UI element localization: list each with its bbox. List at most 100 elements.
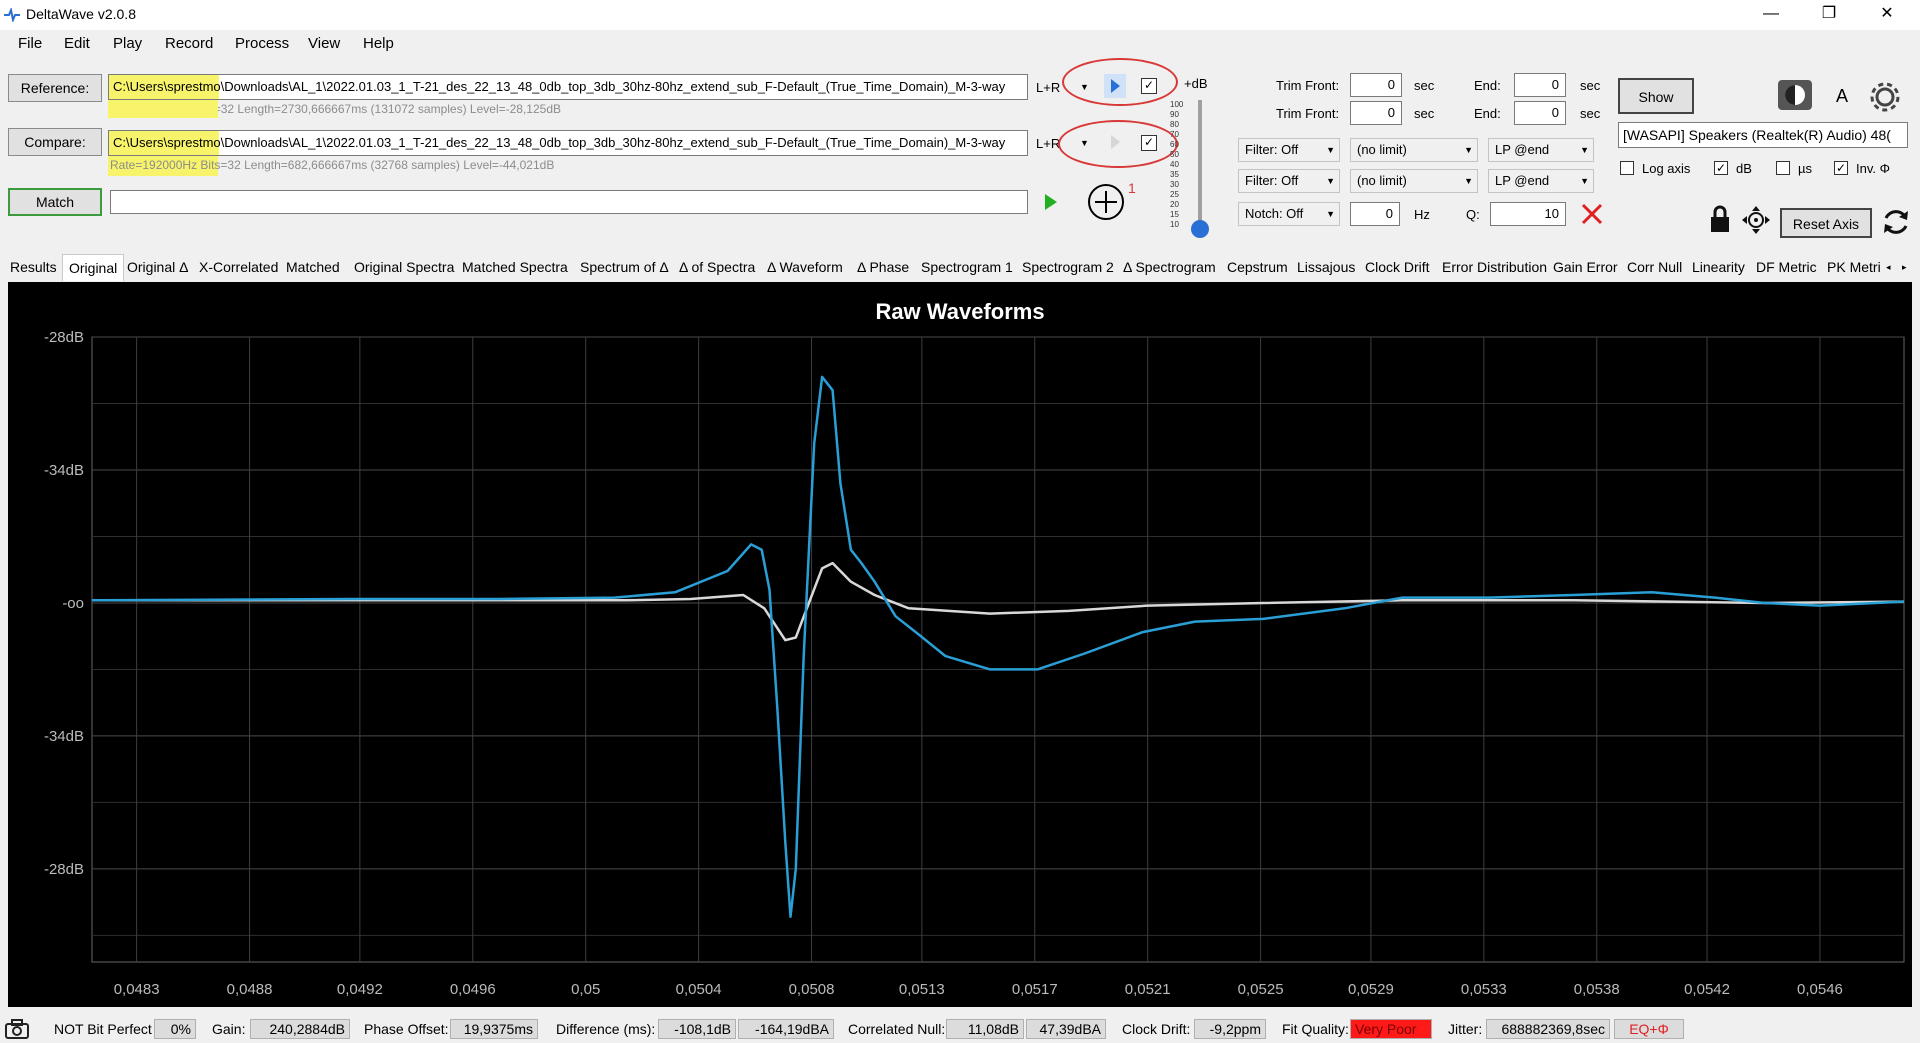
- tab-delta-waveform[interactable]: Δ Waveform: [767, 254, 843, 280]
- compare-channel-select[interactable]: L+R: [1036, 136, 1060, 151]
- waveform-trace: [92, 561, 1905, 642]
- tab-original-delta[interactable]: Original Δ: [127, 254, 188, 280]
- tab-gain-error[interactable]: Gain Error: [1553, 254, 1618, 280]
- fit-quality-value: Very Poor: [1350, 1019, 1432, 1039]
- show-button[interactable]: Show: [1618, 78, 1694, 114]
- tab-delta-spectrogram[interactable]: Δ Spectrogram: [1123, 254, 1216, 280]
- tab-clock-drift[interactable]: Clock Drift: [1365, 254, 1430, 280]
- compare-path-field[interactable]: C:\Users\sprestmo\Downloads\AL_1\2022.01…: [108, 130, 1028, 156]
- compare-path-text: C:\Users\sprestmo\Downloads\AL_1\2022.01…: [113, 135, 1006, 150]
- match-play-icon[interactable]: [1040, 190, 1062, 214]
- bit-perfect-pct: 0%: [154, 1019, 196, 1039]
- filter1-select[interactable]: Filter: Off ▼: [1238, 138, 1340, 162]
- reference-channel-select[interactable]: L+R: [1036, 80, 1060, 95]
- eq-phase-indicator[interactable]: EQ+Φ: [1614, 1019, 1684, 1039]
- lp1-value: LP @end: [1495, 142, 1550, 157]
- font-size-icon[interactable]: A: [1836, 86, 1848, 107]
- y-tick-label: -28dB: [44, 861, 84, 878]
- ref-trim-front-input[interactable]: 0: [1350, 73, 1402, 97]
- clear-filters-icon[interactable]: [1580, 202, 1604, 226]
- menu-view[interactable]: View: [308, 35, 340, 52]
- menu-help[interactable]: Help: [363, 35, 394, 52]
- output-device-select[interactable]: [WASAPI] Speakers (Realtek(R) Audio) 48(: [1618, 122, 1908, 148]
- compare-button[interactable]: Compare:: [8, 128, 102, 156]
- tab-results[interactable]: Results: [10, 254, 57, 280]
- tab-linearity[interactable]: Linearity: [1692, 254, 1745, 280]
- chevron-down-icon: ▼: [1326, 209, 1335, 219]
- waveform-chart-svg[interactable]: Raw Waveforms -28dB -34dB -oo -34dB -28dB 0,…: [8, 282, 1920, 1007]
- lp1-select[interactable]: LP @end ▼: [1488, 138, 1594, 162]
- reference-path-field[interactable]: C:\Users\sprestmo\Downloads\AL_1\2022.01…: [108, 74, 1028, 100]
- notch-hz-label: Hz: [1414, 207, 1430, 222]
- notch-frequency-input[interactable]: 0: [1350, 202, 1400, 226]
- tab-delta-of-spectra[interactable]: Δ of Spectra: [679, 254, 755, 280]
- cmp-trim-front-input[interactable]: 0: [1350, 101, 1402, 125]
- trim-unit: sec: [1580, 106, 1601, 121]
- waveform-chart[interactable]: Raw Waveforms -28dB -34dB -oo -34dB -28dB 0,…: [8, 282, 1920, 1007]
- tab-scroll-left-icon[interactable]: ◂: [1886, 254, 1891, 280]
- trim-unit: sec: [1414, 106, 1435, 121]
- tab-spectrum-of-delta[interactable]: Spectrum of Δ: [580, 254, 669, 280]
- menu-file[interactable]: File: [18, 35, 42, 52]
- tab-spectrogram-2[interactable]: Spectrogram 2: [1022, 254, 1114, 280]
- lp2-select[interactable]: LP @end ▼: [1488, 169, 1594, 193]
- tab-df-metric[interactable]: DF Metric: [1756, 254, 1817, 280]
- volume-slider-thumb[interactable]: [1191, 220, 1209, 238]
- volume-track[interactable]: [1198, 100, 1202, 230]
- tab-original-spectra[interactable]: Original Spectra: [354, 254, 454, 280]
- chart-title: Raw Waveforms: [875, 299, 1044, 324]
- x-tick-label: 0,0542: [1684, 981, 1730, 998]
- us-checkbox[interactable]: [1776, 161, 1790, 175]
- menu-play[interactable]: Play: [113, 35, 142, 52]
- menu-record[interactable]: Record: [165, 35, 213, 52]
- tab-scroll-right-icon[interactable]: ▸: [1902, 254, 1907, 280]
- inv-phase-label: Inv. Φ: [1856, 161, 1890, 176]
- tab-matched-spectra[interactable]: Matched Spectra: [462, 254, 568, 280]
- x-tick-label: 0,0488: [227, 981, 273, 998]
- tab-spectrogram-1[interactable]: Spectrogram 1: [921, 254, 1013, 280]
- refresh-icon[interactable]: [1880, 206, 1912, 238]
- compare-info: Rate=192000Hz Bits=32 Length=682,666667m…: [110, 158, 555, 172]
- filter2-select[interactable]: Filter: Off ▼: [1238, 169, 1340, 193]
- gain-value: 240,2884dB: [250, 1019, 350, 1039]
- menu-edit[interactable]: Edit: [64, 35, 90, 52]
- inv-phase-checkbox[interactable]: ✓: [1834, 161, 1848, 175]
- volume-label: +dB: [1184, 76, 1208, 91]
- volume-tick: 40: [1170, 160, 1179, 169]
- reference-path-text: C:\Users\sprestmo\Downloads\AL_1\2022.01…: [113, 79, 1006, 94]
- tab-x-correlated[interactable]: X-Correlated: [199, 254, 278, 280]
- log-axis-checkbox[interactable]: [1620, 161, 1634, 175]
- limit1-select[interactable]: (no limit) ▼: [1350, 138, 1478, 162]
- add-badge: 1: [1128, 180, 1136, 196]
- clock-drift-label: Clock Drift:: [1122, 1021, 1191, 1037]
- theme-toggle-icon[interactable]: [1778, 80, 1812, 110]
- chevron-down-icon: ▼: [1580, 145, 1589, 155]
- cmp-trim-end-input[interactable]: 0: [1514, 101, 1566, 125]
- reference-button[interactable]: Reference:: [8, 74, 102, 102]
- move-pan-icon[interactable]: [1740, 204, 1772, 236]
- notch-select[interactable]: Notch: Off ▼: [1238, 202, 1340, 226]
- ref-trim-end-input[interactable]: 0: [1514, 73, 1566, 97]
- tab-cepstrum[interactable]: Cepstrum: [1227, 254, 1288, 280]
- match-button[interactable]: Match: [8, 188, 102, 216]
- tab-pk-metric[interactable]: PK Metri: [1827, 254, 1885, 280]
- menu-process[interactable]: Process: [235, 35, 289, 52]
- db-checkbox[interactable]: ✓: [1714, 161, 1728, 175]
- tab-matched[interactable]: Matched: [286, 254, 340, 280]
- gear-icon[interactable]: [1868, 80, 1902, 114]
- tab-delta-phase[interactable]: Δ Phase: [857, 254, 909, 280]
- tab-original[interactable]: Original: [62, 254, 125, 281]
- limit2-select[interactable]: (no limit) ▼: [1350, 169, 1478, 193]
- lock-icon[interactable]: [1706, 204, 1734, 234]
- notch-q-input[interactable]: 10: [1490, 202, 1566, 226]
- close-button[interactable]: ✕: [1858, 0, 1916, 30]
- tab-corr-null[interactable]: Corr Null: [1627, 254, 1682, 280]
- tab-error-distribution[interactable]: Error Distribution: [1442, 254, 1547, 280]
- reset-axis-button[interactable]: Reset Axis: [1780, 208, 1872, 238]
- tab-lissajous[interactable]: Lissajous: [1297, 254, 1355, 280]
- jitter-value: 688882369,8sec: [1486, 1019, 1610, 1039]
- camera-icon[interactable]: [4, 1018, 30, 1040]
- minimize-button[interactable]: —: [1742, 0, 1800, 30]
- add-plus-button[interactable]: [1086, 182, 1126, 222]
- restore-button[interactable]: ❐: [1800, 0, 1858, 30]
